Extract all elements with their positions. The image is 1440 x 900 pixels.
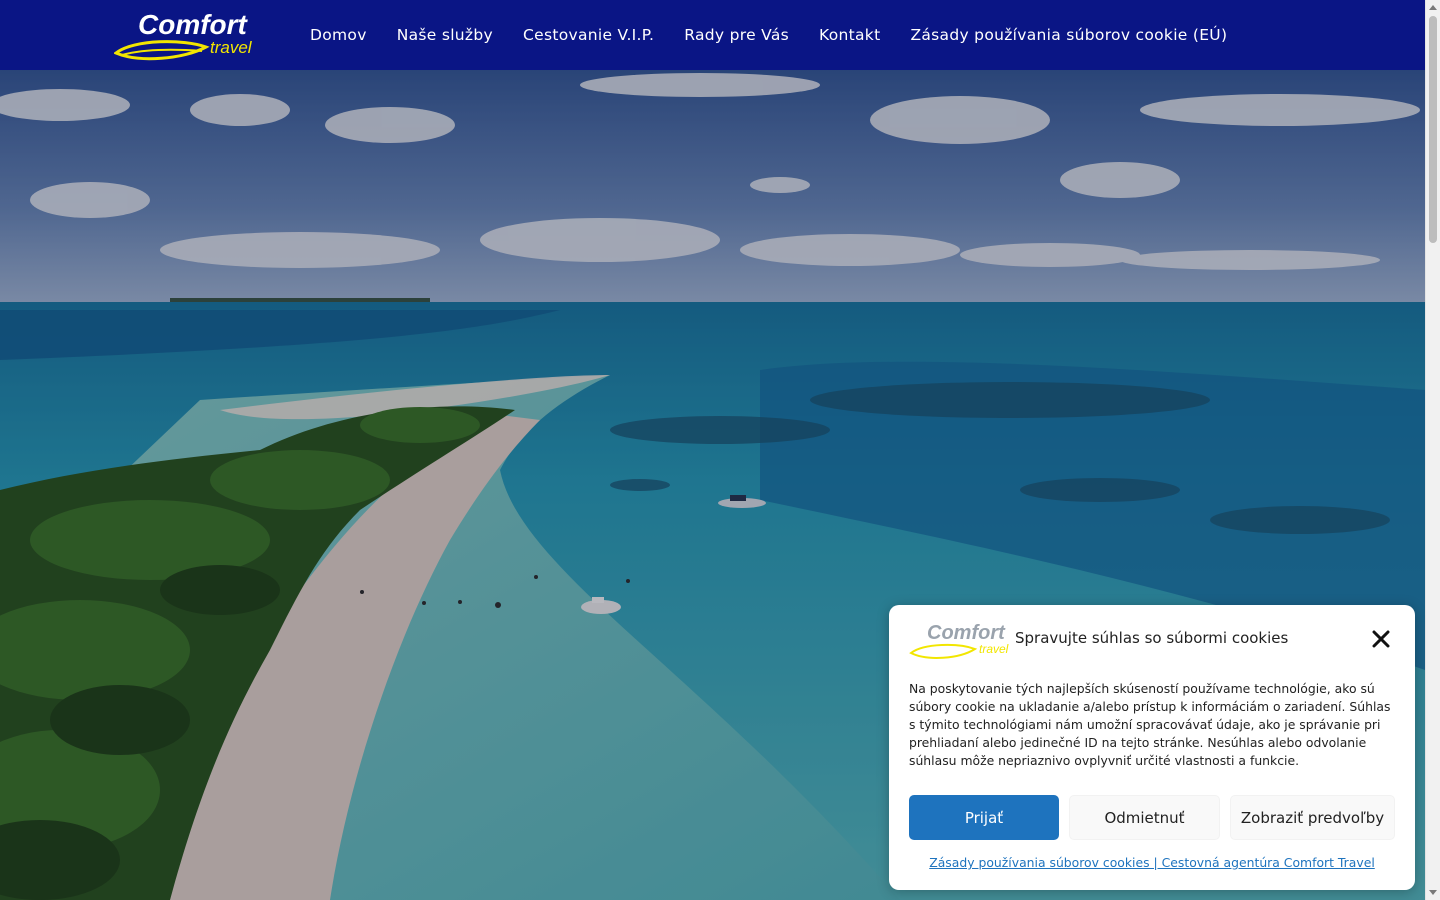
main-nav: Domov Naše služby Cestovanie V.I.P. Rady… [310, 0, 1257, 70]
deny-button[interactable]: Odmietnuť [1069, 795, 1220, 840]
cookie-consent-dialog: Comfort travel Spravujte súhlas so súbor… [889, 605, 1415, 890]
cookie-dialog-body: Na poskytovanie tých najlepších skúsenos… [909, 681, 1391, 768]
nav-item-domov[interactable]: Domov [310, 26, 367, 44]
cookie-dialog-logo: Comfort travel [909, 622, 1009, 659]
nav-item-cestovanie-vip[interactable]: Cestovanie V.I.P. [523, 26, 654, 44]
cookie-dialog-title: Spravujte súhlas so súbormi cookies [1015, 629, 1289, 647]
scroll-thumb[interactable] [1429, 16, 1437, 243]
scroll-up-icon[interactable] [1429, 5, 1437, 10]
logo-sub: travel [210, 38, 253, 57]
nav-item-kontakt[interactable]: Kontakt [819, 26, 880, 44]
nav-item-rady-pre-vas[interactable]: Rady pre Vás [684, 26, 789, 44]
cookie-logo-word: Comfort [927, 622, 1006, 644]
site-header: Comfort travel Domov Naše služby Cestova… [0, 0, 1425, 70]
accept-button[interactable]: Prijať [909, 795, 1059, 840]
nav-item-nase-sluzby[interactable]: Naše služby [397, 26, 493, 44]
nav-item-cookie-policy[interactable]: Zásady používania súborov cookie (EÚ) [910, 26, 1227, 44]
cookie-logo-sub: travel [979, 642, 1009, 656]
cookie-policy-link[interactable]: Zásady používania súborov cookies | Cest… [889, 855, 1415, 870]
scroll-down-icon[interactable] [1429, 890, 1437, 895]
close-icon[interactable] [1371, 629, 1391, 649]
view-preferences-button[interactable]: Zobraziť predvoľby [1230, 795, 1395, 840]
page-scrollbar[interactable] [1425, 0, 1440, 900]
logo-word: Comfort [138, 9, 249, 40]
comfort-travel-logo[interactable]: Comfort travel [114, 9, 254, 63]
